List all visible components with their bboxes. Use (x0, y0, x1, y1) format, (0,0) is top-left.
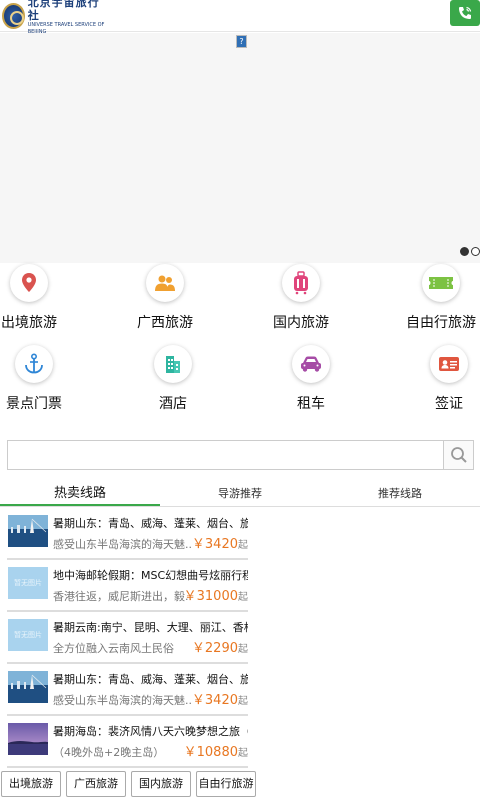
route-price: ￥2290起 (192, 637, 248, 656)
quick-button-domestic-travel[interactable]: 国内旅游 (131, 771, 191, 797)
logo-text: 北京宇宙旅行社 UNIVERSE TRAVEL SERVICE OF BEIJI… (28, 0, 110, 36)
route-price-unit: 起 (238, 540, 248, 551)
route-subtitle: 感受山东半岛海滨的海天魅... (53, 538, 193, 551)
route-list-item[interactable]: 暑期山东：青岛、威海、蓬莱、烟台、旅顺... 感受山东半岛海滨的海天魅... ￥… (0, 508, 480, 560)
category-label: 酒店 (159, 396, 187, 412)
route-list-item[interactable]: 暂无图片 地中海邮轮假期：MSC幻想曲号炫丽行程-意... 香港往返，威尼斯进出… (0, 560, 480, 612)
route-price-value: ￥31000 (183, 589, 238, 604)
route-thumbnail-placeholder: 暂无图片 (8, 619, 48, 651)
route-thumbnail-placeholder: 暂无图片 (8, 567, 48, 599)
category-free-travel[interactable]: 自由行旅游 (386, 264, 480, 332)
carousel-dot-2[interactable] (471, 247, 480, 256)
banner-carousel[interactable]: ? (0, 33, 480, 263)
category-guangxi-travel[interactable]: 广西旅游 (110, 264, 220, 332)
category-domestic-travel[interactable]: 国内旅游 (246, 264, 356, 332)
route-price-unit: 起 (238, 748, 248, 759)
suitcase-icon (282, 264, 320, 302)
route-title: 地中海邮轮假期：MSC幻想曲号炫丽行程-意... (53, 569, 248, 582)
route-subtitle: 香港往返，威尼斯进出，毅... (53, 590, 193, 603)
route-price-value: ￥10880 (183, 745, 238, 760)
route-list-item[interactable]: 暑期海岛：裴济风情八天六晚梦想之旅（外... （4晚外岛+2晚主岛） ￥1088… (0, 716, 480, 768)
id-card-icon (430, 345, 468, 383)
route-price-value: ￥3420 (191, 537, 238, 552)
app-header: 北京宇宙旅行社 UNIVERSE TRAVEL SERVICE OF BEIJI… (0, 0, 480, 35)
carousel-dots (460, 247, 480, 256)
car-icon (292, 345, 330, 383)
building-icon (154, 345, 192, 383)
search-icon (450, 447, 467, 463)
route-price-value: ￥3420 (191, 693, 238, 708)
route-title: 暑期山东：青岛、威海、蓬莱、烟台、旅顺... (53, 517, 248, 530)
route-price-unit: 起 (238, 644, 248, 655)
route-subtitle: （4晚外岛+2晚主岛） (53, 746, 165, 759)
route-thumbnail (8, 723, 48, 755)
route-title: 暑期山东：青岛、威海、蓬莱、烟台、旅顺... (53, 673, 248, 686)
category-hotel[interactable]: 酒店 (118, 345, 228, 413)
phone-icon (459, 6, 472, 19)
route-list-item[interactable]: 暂无图片 暑期云南:南宁、昆明、大理、丽江、香格里... 全方位融入云南风土民俗… (0, 612, 480, 664)
quick-button-outbound-travel[interactable]: 出境旅游 (1, 771, 61, 797)
category-label: 景点门票 (6, 396, 62, 412)
route-title: 暑期海岛：裴济风情八天六晚梦想之旅（外... (53, 725, 248, 738)
search-bar (7, 440, 474, 470)
route-price-unit: 起 (238, 592, 248, 603)
route-subtitle: 感受山东半岛海滨的海天魅... (53, 694, 193, 707)
category-label: 租车 (297, 396, 325, 412)
category-label: 广西旅游 (137, 315, 193, 331)
quick-button-guangxi-travel[interactable]: 广西旅游 (66, 771, 126, 797)
quick-button-free-travel[interactable]: 自由行旅游 (196, 771, 256, 797)
route-tabs: 热卖线路 导游推荐 推荐线路 (0, 483, 480, 507)
anchor-icon (15, 345, 53, 383)
route-price-unit: 起 (238, 696, 248, 707)
category-label: 签证 (435, 396, 463, 412)
category-label: 自由行旅游 (406, 315, 476, 331)
logo-name-cn: 北京宇宙旅行社 (27, 0, 100, 22)
map-pin-icon (10, 264, 48, 302)
search-input[interactable] (8, 441, 443, 469)
phone-button[interactable] (450, 0, 480, 26)
carousel-dot-1[interactable] (460, 247, 469, 256)
category-visa[interactable]: 签证 (394, 345, 480, 413)
tab-hot-routes[interactable]: 热卖线路 (0, 483, 160, 506)
divider (7, 766, 248, 768)
logo[interactable]: 北京宇宙旅行社 UNIVERSE TRAVEL SERVICE OF BEIJI… (2, 0, 110, 35)
route-price: ￥3420起 (192, 689, 248, 708)
category-label: 出境旅游 (1, 315, 57, 331)
route-thumbnail (8, 671, 48, 703)
logo-globe-icon (2, 3, 25, 29)
category-outbound-travel[interactable]: 出境旅游 (0, 264, 84, 332)
broken-image-icon: ? (236, 35, 247, 48)
route-price-value: ￥2290 (191, 641, 238, 656)
people-icon (146, 264, 184, 302)
route-price: ￥10880起 (184, 741, 248, 760)
category-car-rental[interactable]: 租车 (256, 345, 366, 413)
ticket-icon (422, 264, 460, 302)
route-title: 暑期云南:南宁、昆明、大理、丽江、香格里... (53, 621, 248, 634)
route-subtitle: 全方位融入云南风土民俗 (53, 642, 174, 655)
category-label: 国内旅游 (273, 315, 329, 331)
route-price: ￥31000起 (184, 585, 248, 604)
route-thumbnail (8, 515, 48, 547)
tab-recommended-routes[interactable]: 推荐线路 (320, 483, 480, 506)
route-price: ￥3420起 (192, 533, 248, 552)
search-button[interactable] (443, 441, 473, 469)
tab-guide-picks[interactable]: 导游推荐 (160, 483, 320, 506)
category-attraction-tickets[interactable]: 景点门票 (0, 345, 89, 413)
route-list-item[interactable]: 暑期山东：青岛、威海、蓬莱、烟台、旅顺... 感受山东半岛海滨的海天魅... ￥… (0, 664, 480, 716)
